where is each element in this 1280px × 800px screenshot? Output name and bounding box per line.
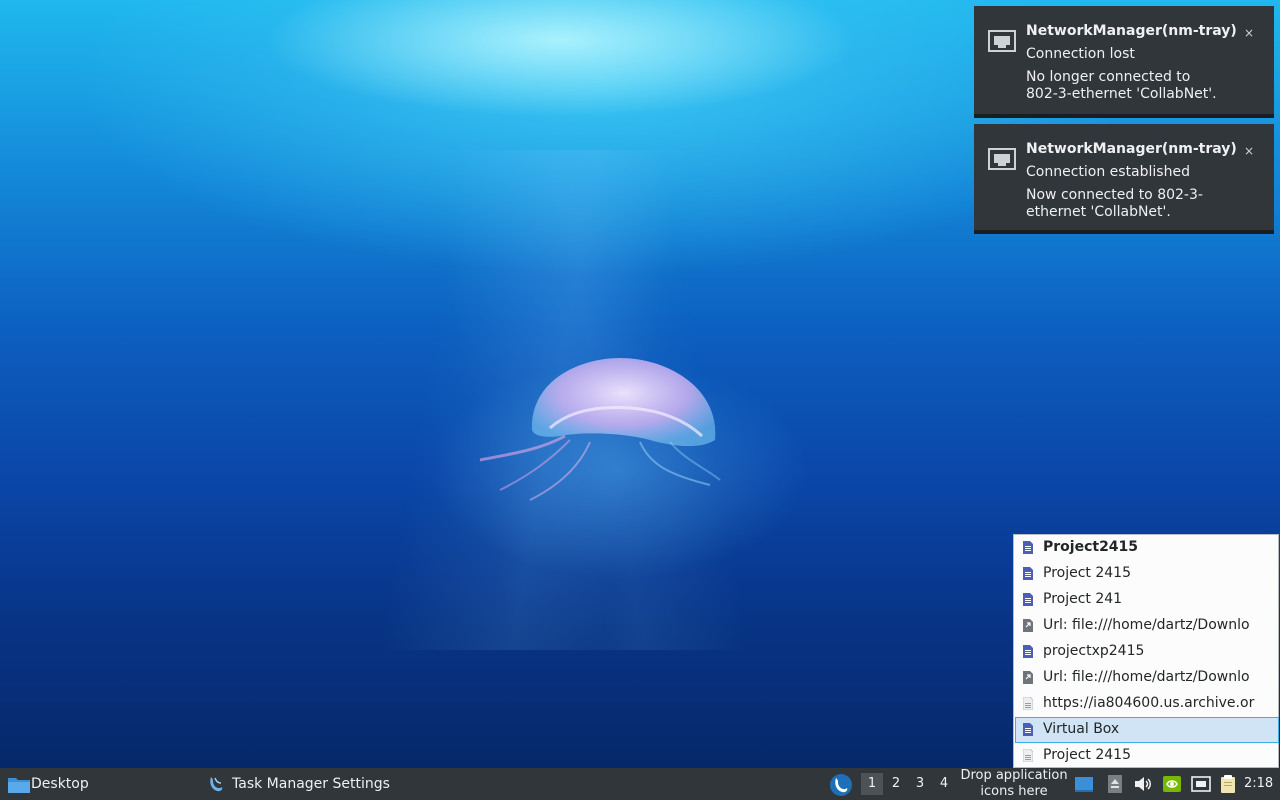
list-item[interactable]: Project 241 bbox=[1015, 587, 1279, 613]
ethernet-icon bbox=[988, 148, 1016, 170]
list-item-label: projectxp2415 bbox=[1043, 643, 1145, 659]
notification-body-line: 802-3-ethernet 'CollabNet'. bbox=[1026, 86, 1217, 102]
list-item-label: Project 2415 bbox=[1043, 747, 1131, 763]
list-item[interactable]: Project 2415 bbox=[1015, 743, 1279, 769]
notification-connection-established[interactable]: NetworkManager(nm-tray) Connection estab… bbox=[974, 124, 1274, 234]
taskbar-button-desktop[interactable]: Desktop bbox=[4, 768, 194, 800]
notification-app-name: NetworkManager(nm-tray) bbox=[1026, 23, 1237, 39]
taskbar-button-label: Desktop bbox=[31, 776, 89, 792]
document-icon bbox=[1023, 567, 1033, 580]
notification-body-line: ethernet 'CollabNet'. bbox=[1026, 204, 1171, 220]
taskbar-button-task-manager-settings[interactable]: Task Manager Settings bbox=[205, 768, 405, 800]
drop-area-text: icons here bbox=[980, 784, 1048, 799]
link-file-icon bbox=[1023, 671, 1033, 684]
document-icon bbox=[1023, 645, 1033, 658]
list-item-label: Url: file:///home/dartz/Downlo bbox=[1043, 669, 1250, 685]
close-icon[interactable]: × bbox=[1244, 144, 1254, 158]
list-item[interactable]: Url: file:///home/dartz/Downlo bbox=[1015, 613, 1279, 639]
document-icon bbox=[1023, 541, 1033, 554]
list-item-selected[interactable]: Virtual Box bbox=[1015, 717, 1279, 743]
app-launcher-icon[interactable] bbox=[829, 773, 853, 797]
lxqt-icon bbox=[210, 777, 223, 792]
recent-items-menu: Project2415 Project 2415 Project 241 Url… bbox=[1013, 534, 1279, 768]
jellyfish-image bbox=[479, 358, 721, 501]
list-item-label: Project 2415 bbox=[1043, 565, 1131, 581]
workspace-1[interactable]: 1 bbox=[861, 773, 883, 795]
notification-summary: Connection lost bbox=[1026, 46, 1135, 62]
ethernet-icon bbox=[988, 30, 1016, 52]
notification-connection-lost[interactable]: NetworkManager(nm-tray) Connection lost … bbox=[974, 6, 1274, 118]
workspace-4[interactable]: 4 bbox=[933, 773, 955, 795]
network-icon[interactable] bbox=[1191, 774, 1211, 794]
notification-app-name: NetworkManager(nm-tray) bbox=[1026, 141, 1237, 157]
clock[interactable]: 2:18 bbox=[1244, 768, 1273, 800]
workspace-2[interactable]: 2 bbox=[885, 773, 907, 795]
taskbar-button-label: Task Manager Settings bbox=[232, 776, 390, 792]
volume-icon[interactable] bbox=[1133, 774, 1153, 794]
document-icon bbox=[1023, 593, 1033, 606]
notification-summary: Connection established bbox=[1026, 164, 1190, 180]
notification-body: No longer connected to 802-3-ethernet 'C… bbox=[1026, 69, 1236, 103]
clipboard-icon[interactable] bbox=[1218, 774, 1238, 794]
removable-media-icon[interactable] bbox=[1105, 774, 1125, 794]
notification-body: Now connected to 802-3- ethernet 'Collab… bbox=[1026, 187, 1236, 221]
list-item[interactable]: Url: file:///home/dartz/Downlo bbox=[1015, 665, 1279, 691]
notification-body-line: No longer connected to bbox=[1026, 69, 1191, 85]
list-item[interactable]: https://ia804600.us.archive.or bbox=[1015, 691, 1279, 717]
taskbar: Desktop Task Manager Settings 1 2 3 4 Dr… bbox=[0, 768, 1280, 800]
nvidia-icon[interactable] bbox=[1162, 774, 1182, 794]
close-icon[interactable]: × bbox=[1244, 26, 1254, 40]
quicklaunch-drop-area[interactable]: Drop application icons here bbox=[954, 768, 1074, 800]
show-desktop-icon[interactable] bbox=[1074, 774, 1094, 794]
text-file-icon bbox=[1023, 749, 1033, 762]
folder-icon bbox=[8, 778, 30, 793]
text-file-icon bbox=[1023, 697, 1033, 710]
list-item[interactable]: projectxp2415 bbox=[1015, 639, 1279, 665]
list-item-label: Project 241 bbox=[1043, 591, 1123, 607]
list-item-label: Project2415 bbox=[1043, 539, 1139, 555]
document-icon bbox=[1023, 723, 1033, 736]
workspace-3[interactable]: 3 bbox=[909, 773, 931, 795]
notification-body-line: Now connected to 802-3- bbox=[1026, 187, 1203, 203]
list-item-label: Url: file:///home/dartz/Downlo bbox=[1043, 617, 1250, 633]
list-item-label: Virtual Box bbox=[1043, 721, 1120, 737]
list-item[interactable]: Project2415 bbox=[1015, 535, 1279, 561]
list-item[interactable]: Project 2415 bbox=[1015, 561, 1279, 587]
list-item-label: https://ia804600.us.archive.or bbox=[1043, 695, 1255, 711]
link-file-icon bbox=[1023, 619, 1033, 632]
drop-area-text: Drop application bbox=[960, 768, 1068, 783]
